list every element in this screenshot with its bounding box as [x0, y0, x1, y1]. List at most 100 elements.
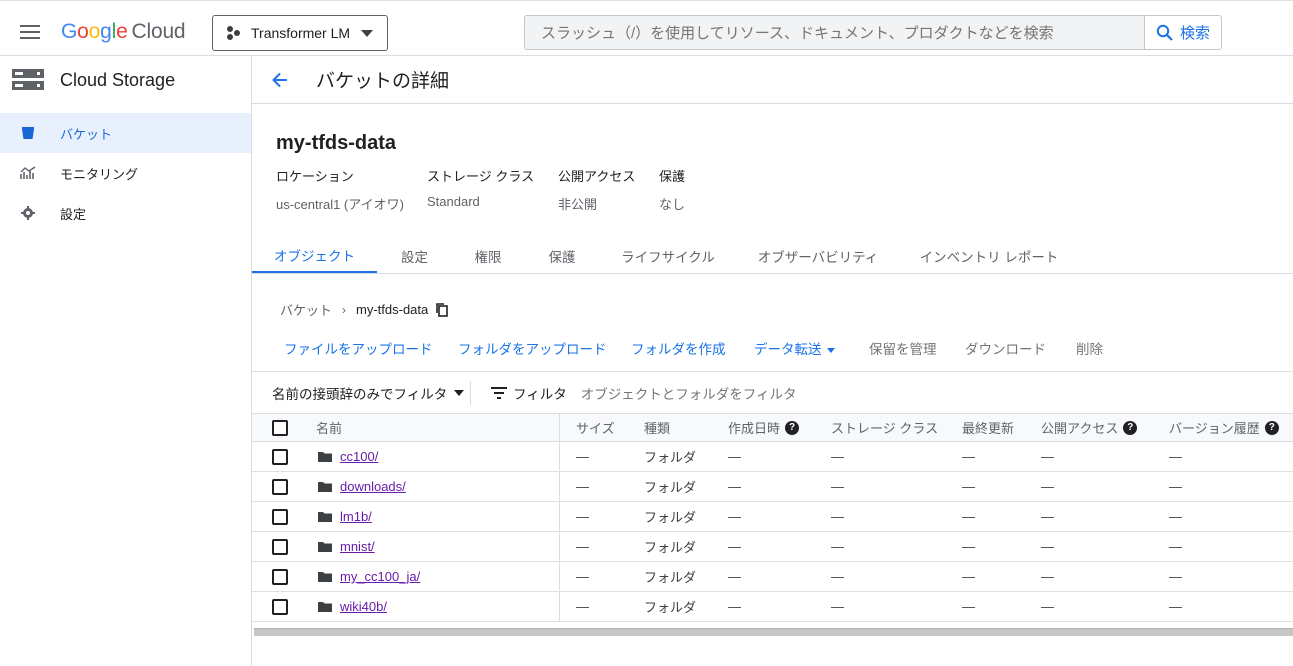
create-folder-button[interactable]: フォルダを作成 — [631, 338, 726, 358]
row-storage-class: — — [831, 479, 844, 494]
tab-inventory-reports[interactable]: インベントリ レポート — [918, 238, 1060, 273]
object-link[interactable]: my_cc100_ja/ — [340, 569, 420, 584]
main-content: バケットの詳細 my-tfds-data ロケーション us-central1 … — [252, 56, 1293, 666]
row-size: — — [576, 539, 589, 554]
row-checkbox[interactable] — [272, 502, 288, 531]
row-name[interactable]: my_cc100_ja/ — [318, 562, 420, 591]
sidebar-item-buckets[interactable]: バケット — [0, 113, 251, 153]
filter-bar: 名前の接頭辞のみでフィルタ フィルタ オブジェクトとフォルダをフィルタ — [252, 371, 1293, 413]
tab-lifecycle[interactable]: ライフサイクル — [616, 238, 720, 273]
select-all-checkbox[interactable] — [272, 414, 288, 441]
column-divider — [559, 414, 560, 441]
object-link[interactable]: lm1b/ — [340, 509, 372, 524]
row-public-access: — — [1041, 509, 1054, 524]
object-link[interactable]: downloads/ — [340, 479, 406, 494]
folder-icon — [318, 572, 332, 582]
row-created: — — [728, 479, 741, 494]
breadcrumb-current: my-tfds-data — [356, 302, 429, 317]
tab-protection[interactable]: 保護 — [541, 238, 583, 273]
back-arrow-icon[interactable] — [270, 70, 290, 90]
tab-observability[interactable]: オブザーバビリティ — [754, 238, 882, 273]
col-public-access[interactable]: 公開アクセス? — [1041, 414, 1138, 441]
folder-icon — [318, 542, 332, 552]
help-icon[interactable]: ? — [1264, 420, 1279, 435]
row-created: — — [728, 509, 741, 524]
table-row[interactable]: mnist/ — フォルダ — — — — — — [252, 532, 1293, 562]
row-name[interactable]: downloads/ — [318, 472, 406, 501]
col-created[interactable]: 作成日時? — [728, 414, 800, 441]
search-button[interactable]: 検索 — [1144, 15, 1222, 50]
object-link[interactable]: wiki40b/ — [340, 599, 387, 614]
table-row[interactable]: my_cc100_ja/ — フォルダ — — — — — — [252, 562, 1293, 592]
row-checkbox[interactable] — [272, 592, 288, 621]
row-name[interactable]: mnist/ — [318, 532, 375, 561]
sidebar-item-settings[interactable]: 設定 — [0, 193, 251, 233]
sidebar-item-monitoring[interactable]: モニタリング — [0, 153, 251, 193]
copy-icon[interactable] — [436, 302, 449, 317]
row-name[interactable]: lm1b/ — [318, 502, 372, 531]
object-link[interactable]: mnist/ — [340, 539, 375, 554]
column-divider — [559, 532, 560, 561]
chevron-down-icon — [361, 30, 373, 37]
row-version-history: — — [1169, 479, 1182, 494]
upload-folder-button[interactable]: フォルダをアップロード — [458, 338, 607, 358]
tab-settings[interactable]: 設定 — [392, 238, 437, 273]
prefix-filter-dropdown[interactable]: 名前の接頭辞のみでフィルタ — [252, 380, 471, 405]
download-button[interactable]: ダウンロード — [965, 338, 1046, 358]
sidebar-item-label: バケット — [60, 126, 113, 142]
col-name[interactable]: 名前 — [316, 414, 342, 441]
help-icon[interactable]: ? — [1123, 420, 1138, 435]
object-link[interactable]: cc100/ — [340, 449, 378, 464]
row-name[interactable]: wiki40b/ — [318, 592, 387, 621]
search-input[interactable]: スラッシュ（/）を使用してリソース、ドキュメント、プロダクトなどを検索 — [524, 15, 1145, 50]
transfer-data-button[interactable]: データ転送 — [754, 338, 835, 358]
row-type: フォルダ — [644, 600, 697, 615]
col-version-history[interactable]: バージョン履歴? — [1169, 414, 1279, 441]
table-row[interactable]: wiki40b/ — フォルダ — — — — — — [252, 592, 1293, 622]
google-cloud-logo[interactable]: Google Cloud — [61, 20, 186, 44]
tab-objects[interactable]: オブジェクト — [252, 238, 377, 273]
row-type: フォルダ — [644, 540, 697, 555]
meta-protection: 保護 なし — [659, 169, 686, 212]
row-size: — — [576, 449, 589, 464]
col-size[interactable]: サイズ — [576, 414, 615, 441]
search-icon — [1156, 24, 1173, 41]
gear-icon — [20, 205, 36, 221]
upload-files-button[interactable]: ファイルをアップロード — [284, 338, 433, 358]
menu-icon[interactable] — [20, 25, 40, 41]
horizontal-scrollbar[interactable] — [254, 628, 1293, 636]
filter-button[interactable]: フィルタ — [491, 383, 567, 403]
project-icon — [227, 26, 241, 40]
table-row[interactable]: downloads/ — フォルダ — — — — — — [252, 472, 1293, 502]
row-size: — — [576, 569, 589, 584]
column-divider — [559, 502, 560, 531]
row-created: — — [728, 449, 741, 464]
manage-holds-button[interactable]: 保留を管理 — [869, 338, 937, 358]
row-checkbox[interactable] — [272, 442, 288, 471]
row-name[interactable]: cc100/ — [318, 442, 378, 471]
table-row[interactable]: lm1b/ — フォルダ — — — — — — [252, 502, 1293, 532]
col-last-modified[interactable]: 最終更新 — [962, 414, 1014, 441]
breadcrumb-root[interactable]: バケット — [280, 300, 332, 319]
folder-icon — [318, 482, 332, 492]
tab-permissions[interactable]: 権限 — [467, 238, 509, 273]
col-type[interactable]: 種類 — [644, 414, 670, 441]
row-checkbox[interactable] — [272, 532, 288, 561]
row-version-history: — — [1169, 449, 1182, 464]
delete-button[interactable]: 削除 — [1076, 338, 1103, 358]
table-body: cc100/— フォルダ — — — — — downloads/— フォルダ — — — — — lm1b… — [252, 442, 1293, 622]
bucket-icon — [20, 125, 36, 141]
page-header: バケットの詳細 — [252, 56, 1293, 104]
row-checkbox[interactable] — [272, 562, 288, 591]
row-checkbox[interactable] — [272, 472, 288, 501]
col-storage-class[interactable]: ストレージ クラス — [831, 414, 938, 441]
table-row[interactable]: cc100/ — フォルダ — — — — — — [252, 442, 1293, 472]
filter-input[interactable]: オブジェクトとフォルダをフィルタ — [581, 383, 797, 403]
row-type: フォルダ — [644, 450, 697, 465]
dropdown-arrow-icon — [826, 347, 835, 353]
help-icon[interactable]: ? — [785, 420, 800, 435]
folder-icon — [318, 452, 332, 462]
row-last-modified: — — [962, 479, 975, 494]
project-selector[interactable]: Transformer LM — [212, 15, 388, 51]
breadcrumb: バケット › my-tfds-data — [280, 300, 449, 319]
